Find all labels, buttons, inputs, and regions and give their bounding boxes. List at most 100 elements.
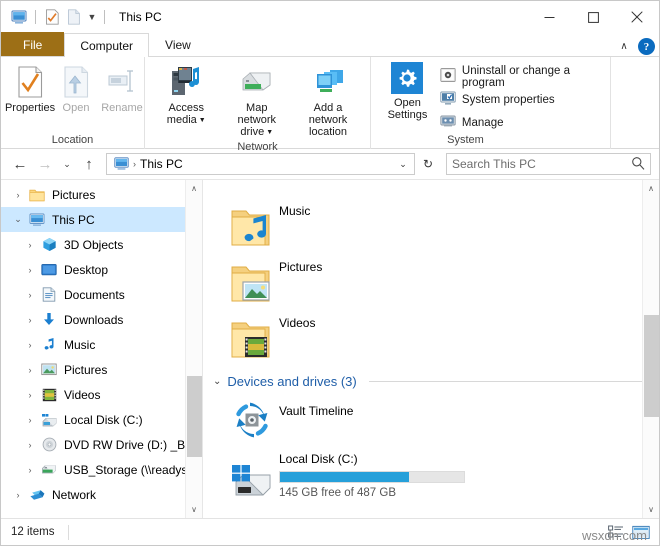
content-scroll-up-button[interactable]: ∧ <box>643 180 659 197</box>
list-item-label: Videos <box>279 316 316 330</box>
collapse-ribbon-icon[interactable]: ∧ <box>616 41 632 52</box>
folder-icon <box>27 188 47 202</box>
open-settings-label: Open Settings <box>387 97 428 121</box>
search-input[interactable]: Search This PC <box>452 157 631 171</box>
list-item-local-disk-c[interactable]: Local Disk (C:) 145 GB free of 487 GB <box>203 450 659 510</box>
tab-computer[interactable]: Computer <box>64 33 150 57</box>
close-button[interactable] <box>615 1 659 33</box>
help-icon[interactable]: ? <box>638 38 655 55</box>
list-item-vault-timeline[interactable]: Vault Timeline <box>203 394 659 450</box>
qat-divider-1 <box>35 10 36 24</box>
chevron-right-icon[interactable]: › <box>21 315 39 325</box>
system-properties-icon <box>440 90 456 109</box>
this-pc-icon <box>112 157 130 171</box>
usb-storage-icon <box>39 463 59 476</box>
content-scroll-down-button[interactable]: ∨ <box>643 501 659 518</box>
group-header-rule <box>368 380 645 382</box>
chevron-right-icon[interactable]: › <box>21 440 39 450</box>
nav-pane-scrollbar[interactable]: ∧ ∨ <box>185 180 202 518</box>
chevron-down-icon[interactable]: ⌄ <box>9 214 27 225</box>
customize-qat-caret[interactable]: ▼ <box>85 6 99 28</box>
minimize-button[interactable] <box>527 1 571 33</box>
tree-item-dvd-drive-d[interactable]: › DVD RW Drive (D:) _BGMC_V <box>1 432 203 457</box>
list-item-videos[interactable]: Videos <box>203 312 659 368</box>
group-header-devices-and-drives[interactable]: ⌄ Devices and drives (3) <box>203 368 659 394</box>
nav-scroll-thumb[interactable] <box>187 376 202 458</box>
up-button[interactable]: ↑ <box>78 153 100 175</box>
tree-item-pictures[interactable]: › Pictures <box>1 357 202 382</box>
new-folder-icon[interactable] <box>63 6 85 28</box>
nav-scroll-up-button[interactable]: ∧ <box>186 180 202 197</box>
open-button[interactable]: Open <box>53 62 99 114</box>
chevron-right-icon[interactable]: › <box>9 190 27 200</box>
tab-file[interactable]: File <box>1 32 65 56</box>
tree-item-documents[interactable]: › Documents <box>1 282 202 307</box>
open-settings-button[interactable]: Open Settings <box>377 60 438 121</box>
tree-item-videos[interactable]: › Videos <box>1 382 202 407</box>
chevron-down-icon[interactable]: ⌄ <box>213 376 221 387</box>
tree-item-usb-storage[interactable]: › USB_Storage (\\readyshare) <box>1 457 203 482</box>
properties-icon[interactable] <box>41 6 63 28</box>
access-media-caret[interactable]: ▼ <box>199 117 206 124</box>
add-network-location-button[interactable]: Add a network location <box>292 62 364 138</box>
content-scrollbar[interactable]: ∧ ∨ <box>642 180 659 518</box>
maximize-button[interactable] <box>571 1 615 33</box>
recent-locations-button[interactable]: ⌄ <box>59 153 75 175</box>
chevron-right-icon[interactable]: › <box>21 465 39 475</box>
network-icon <box>27 488 47 502</box>
chevron-right-icon[interactable]: › <box>21 340 39 350</box>
breadcrumb-separator[interactable]: › <box>133 159 136 169</box>
refresh-button[interactable]: ↻ <box>418 157 438 171</box>
list-item-label: Pictures <box>279 260 323 274</box>
content-scroll-thumb[interactable] <box>644 315 659 417</box>
chevron-right-icon[interactable]: › <box>21 390 39 400</box>
address-input[interactable]: › This PC ⌄ <box>106 153 415 175</box>
tree-item-label: Videos <box>64 387 101 402</box>
tree-item-desktop[interactable]: › Desktop <box>1 257 202 282</box>
tree-item-label: Desktop <box>64 262 109 277</box>
properties-button[interactable]: Properties <box>4 62 56 114</box>
chevron-right-icon[interactable]: › <box>21 415 39 425</box>
tree-item-downloads[interactable]: › Downloads <box>1 307 202 332</box>
list-item-pictures[interactable]: Pictures <box>203 256 659 312</box>
search-box[interactable]: Search This PC <box>446 153 651 175</box>
access-media-button[interactable]: Access media ▼ <box>151 62 222 128</box>
vault-timeline-icon <box>225 396 279 444</box>
chevron-right-icon[interactable]: › <box>21 265 39 275</box>
system-small-buttons: Uninstall or change a program System pro… <box>438 60 604 133</box>
back-button[interactable]: ← <box>9 153 31 175</box>
manage-button[interactable]: Manage <box>440 112 600 133</box>
tree-item-label: Documents <box>64 287 125 302</box>
tree-item-this-pc[interactable]: ⌄ This PC <box>1 207 202 232</box>
nav-scroll-down-button[interactable]: ∨ <box>186 501 202 518</box>
tree-item-network[interactable]: › Network <box>1 482 202 507</box>
tree-item-local-disk-c[interactable]: › Local Disk (C:) <box>1 407 202 432</box>
rename-icon <box>106 65 138 99</box>
tree-item-pictures-quick[interactable]: › Pictures <box>1 182 202 207</box>
videos-icon <box>39 388 59 402</box>
file-list-view[interactable]: Music Pictures Videos ⌄ Devices and driv… <box>203 180 659 518</box>
map-network-drive-button[interactable]: Map network drive ▼ <box>222 62 293 140</box>
chevron-right-icon[interactable]: › <box>21 365 39 375</box>
rename-button[interactable]: Rename <box>99 62 145 114</box>
forward-button[interactable]: → <box>34 153 56 175</box>
chevron-right-icon[interactable]: › <box>21 240 39 250</box>
tree-item-3d-objects[interactable]: › 3D Objects <box>1 232 202 257</box>
list-item-clipped[interactable] <box>203 180 659 200</box>
uninstall-program-label: Uninstall or change a program <box>461 64 570 89</box>
this-pc-icon[interactable] <box>8 6 30 28</box>
music-folder-icon <box>225 200 279 252</box>
properties-label: Properties <box>4 102 56 114</box>
uninstall-program-button[interactable]: Uninstall or change a program <box>440 64 600 89</box>
tree-item-music[interactable]: › Music <box>1 332 202 357</box>
chevron-right-icon[interactable]: › <box>9 490 27 500</box>
address-dropdown-caret[interactable]: ⌄ <box>395 159 411 170</box>
system-properties-button[interactable]: System properties <box>440 89 600 110</box>
map-network-drive-caret[interactable]: ▼ <box>266 129 273 136</box>
drive-usage-fill <box>280 472 409 482</box>
explorer-body: › Pictures ⌄ This PC › 3D Objects › Desk… <box>1 179 659 518</box>
tab-view[interactable]: View <box>149 32 207 56</box>
list-item-music[interactable]: Music <box>203 200 659 256</box>
chevron-right-icon[interactable]: › <box>21 290 39 300</box>
breadcrumb-path: This PC <box>140 157 183 171</box>
